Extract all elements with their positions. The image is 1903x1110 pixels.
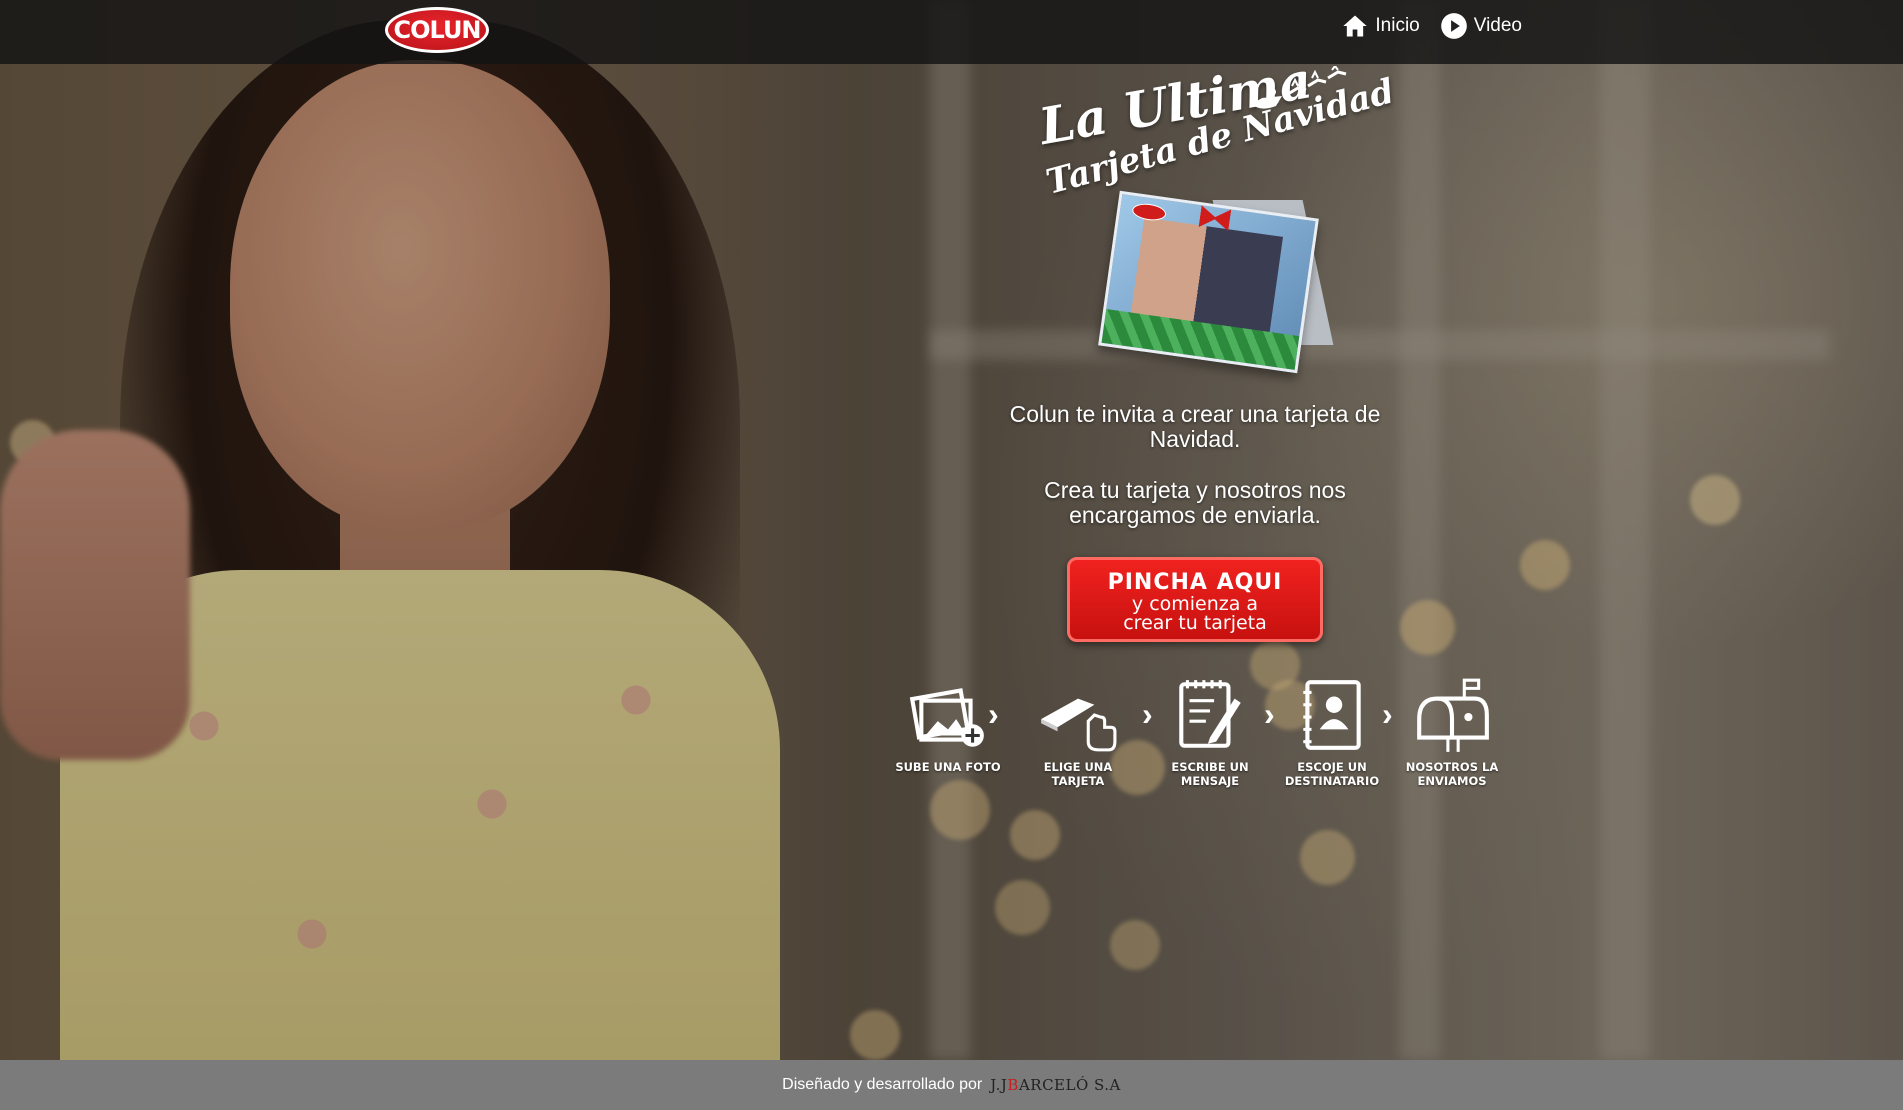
christmas-card-image [1098, 190, 1334, 374]
nav-item-inicio[interactable]: Inicio [1341, 12, 1420, 40]
home-icon [1343, 15, 1368, 37]
santa-sleigh-icon [1252, 66, 1347, 109]
card-pointer-icon [1041, 698, 1117, 752]
footer-credit-text: Diseñado y desarrollado por [782, 1076, 983, 1093]
contact-book-icon [1303, 680, 1361, 750]
step-choose-recipient: ESCOJE UN DESTINATARIO [1272, 674, 1392, 788]
top-navbar: COLUN Inicio Video [0, 0, 1903, 64]
dark-overlay [0, 0, 1903, 1060]
step-label: ELIGE UNA TARJETA [1043, 760, 1113, 788]
cta-main-label: PINCHA AQUI [1107, 570, 1283, 595]
nav-item-video[interactable]: Video [1440, 12, 1522, 40]
footer-brand-rest: ARCELÓ S.A [1018, 1076, 1121, 1094]
step-label: ESCRIBE UN MENSAJE [1171, 760, 1249, 788]
mailbox-icon [1417, 678, 1489, 752]
footer: Diseñado y desarrollado por J.JBARCELÓ S… [0, 1060, 1903, 1110]
steps-row: SUBE UNA FOTO › ELIGE UNA TARJETA › ESCR… [888, 674, 1508, 794]
colun-logo[interactable]: COLUN [385, 7, 489, 53]
create-card-button[interactable]: PINCHA AQUI y comienza a crear tu tarjet… [1067, 557, 1323, 642]
play-icon [1440, 13, 1467, 39]
intro-paragraph-1: Colun te invita a crear una tarjeta de N… [1009, 401, 1381, 452]
step-label: SUBE UNA FOTO [895, 760, 1001, 774]
step-we-send: NOSOTROS LA ENVIAMOS [1392, 674, 1512, 788]
step-write-message: ESCRIBE UN MENSAJE [1150, 674, 1270, 788]
footer-brand-initial: B [1007, 1076, 1019, 1094]
notepad-pencil-icon [1179, 680, 1241, 748]
hero-background [0, 0, 1903, 1060]
footer-brand-logo[interactable]: J.JBARCELÓ S.A [990, 1076, 1121, 1094]
nav-item-label: Inicio [1375, 15, 1420, 36]
step-label: NOSOTROS LA ENVIAMOS [1405, 760, 1499, 788]
nav-item-label: Video [1473, 15, 1522, 36]
cta-sub-label-2: crear tu tarjeta [1123, 612, 1267, 634]
card-front [1098, 190, 1319, 374]
intro-text: Colun te invita a crear una tarjeta de N… [1000, 402, 1390, 554]
chevron-right-icon: › [988, 696, 999, 732]
footer-brand-prefix: J.J [990, 1076, 1008, 1094]
intro-paragraph-2: Crea tu tarjeta y nosotros nos encargamo… [1044, 477, 1346, 528]
step-label: ESCOJE UN DESTINATARIO [1284, 760, 1380, 788]
step-choose-card: ELIGE UNA TARJETA [1018, 674, 1138, 788]
photo-add-icon [909, 688, 984, 747]
main-nav: Inicio Video [1341, 12, 1522, 40]
